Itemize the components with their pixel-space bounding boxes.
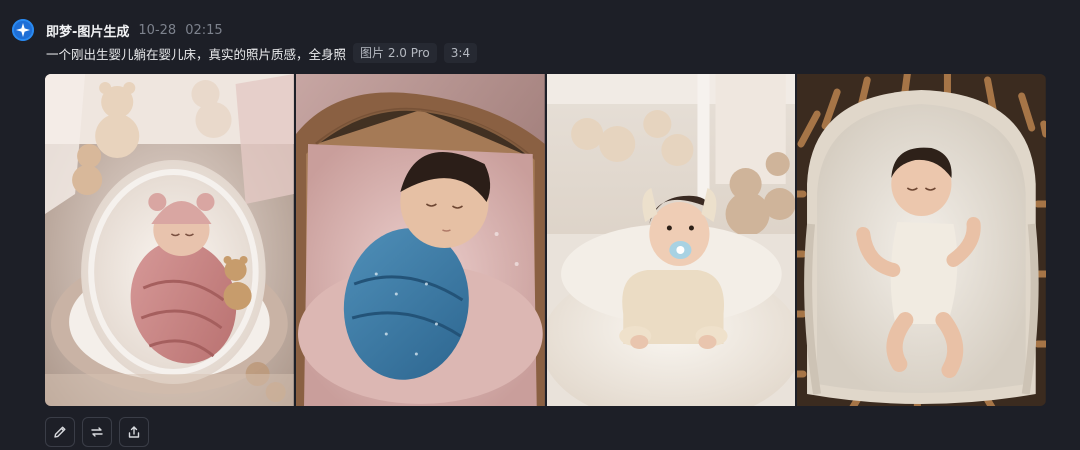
regenerate-button[interactable] bbox=[82, 417, 112, 447]
app-name[interactable]: 即梦-图片生成 bbox=[46, 21, 129, 40]
generated-image-3[interactable] bbox=[546, 74, 796, 406]
edit-button[interactable] bbox=[45, 417, 75, 447]
post-date: 10-28 bbox=[138, 22, 177, 38]
action-toolbar bbox=[45, 417, 149, 447]
share-icon bbox=[128, 426, 140, 438]
generation-post: 即梦-图片生成 10-28 02:15 一个刚出生婴儿躺在婴儿床，真实的照片质感… bbox=[0, 0, 1080, 450]
ratio-tag: 3:4 bbox=[443, 43, 478, 63]
prompt-text[interactable]: 一个刚出生婴儿躺在婴儿床，真实的照片质感，全身照 bbox=[46, 44, 346, 63]
app-avatar-icon bbox=[12, 19, 34, 41]
share-button[interactable] bbox=[119, 417, 149, 447]
model-tag: 图片 2.0 Pro bbox=[353, 43, 437, 63]
image-gallery bbox=[45, 74, 1046, 406]
post-header: 即梦-图片生成 10-28 02:15 bbox=[46, 20, 223, 40]
generated-image-2[interactable] bbox=[295, 74, 545, 406]
edit-icon bbox=[54, 426, 66, 438]
prompt-row: 一个刚出生婴儿躺在婴儿床，真实的照片质感，全身照 图片 2.0 Pro 3:4 bbox=[46, 42, 478, 64]
regenerate-icon bbox=[91, 427, 103, 437]
generated-image-4[interactable] bbox=[797, 74, 1046, 406]
post-time: 02:15 bbox=[185, 22, 223, 38]
generated-image-1[interactable] bbox=[45, 74, 294, 406]
